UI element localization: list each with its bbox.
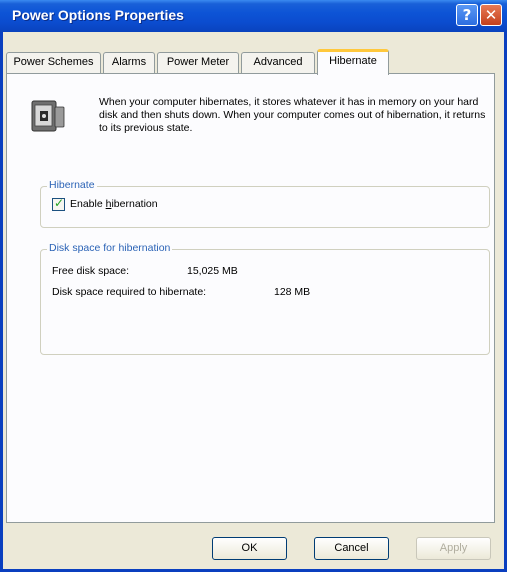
help-icon[interactable]: ? <box>456 4 478 26</box>
tab-power-meter[interactable]: Power Meter <box>157 52 239 73</box>
window-title: Power Options Properties <box>12 7 184 23</box>
hibernate-description: When your computer hibernates, it stores… <box>99 96 486 134</box>
checkmark-icon: ✓ <box>53 196 65 210</box>
title-bar[interactable]: Power Options Properties ? ✕ <box>0 0 507 32</box>
disk-required-label: Disk space required to hibernate: <box>52 286 207 298</box>
tab-advanced[interactable]: Advanced <box>241 52 315 73</box>
ok-button[interactable]: OK <box>212 537 287 560</box>
disk-required-value: 128 MB <box>274 286 311 298</box>
close-icon[interactable]: ✕ <box>480 4 502 26</box>
disk-space-group-label: Disk space for hibernation <box>47 242 173 254</box>
cancel-button[interactable]: Cancel <box>314 537 389 560</box>
hibernate-group-label: Hibernate <box>47 179 97 191</box>
hibernate-computer-icon <box>31 100 65 132</box>
tab-power-schemes[interactable]: Power Schemes <box>6 52 101 73</box>
free-disk-space-label: Free disk space: <box>52 265 130 277</box>
tab-alarms[interactable]: Alarms <box>103 52 155 73</box>
apply-button[interactable]: Apply <box>416 537 491 560</box>
enable-hibernation-label[interactable]: Enable hibernation <box>70 198 158 210</box>
free-disk-space-value: 15,025 MB <box>187 265 238 277</box>
tab-hibernate[interactable]: Hibernate <box>317 49 389 75</box>
enable-hibernation-checkbox[interactable]: ✓ <box>52 196 65 211</box>
